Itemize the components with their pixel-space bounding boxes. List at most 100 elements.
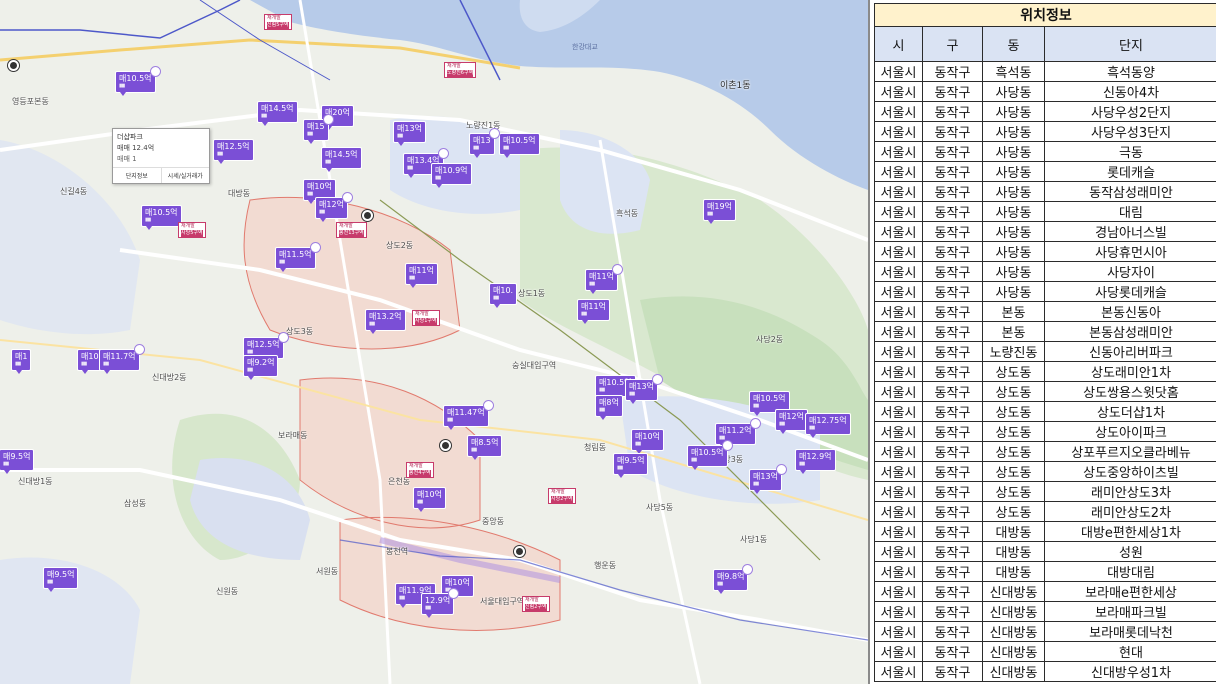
place-label: 서울대입구역	[480, 597, 525, 606]
price-pin[interactable]: 매12.9억	[796, 450, 835, 474]
price-pin-label: 매11억	[409, 266, 434, 275]
price-pin-area	[217, 151, 250, 157]
place-label: 상도3동	[286, 327, 314, 336]
location-marker[interactable]	[362, 210, 373, 221]
cell-city: 서울시	[874, 61, 923, 82]
location-marker[interactable]	[440, 440, 451, 451]
zone-tag[interactable]: 재개발 사당1구역	[412, 310, 440, 326]
table-row: 서울시 동작구 상도동 상도중앙하이츠빌	[874, 461, 1216, 482]
price-pin[interactable]: 매12.75억	[806, 414, 850, 438]
cell-dong: 신대방동	[982, 661, 1045, 682]
price-pin[interactable]: 매14.5억	[258, 102, 297, 126]
count-ring-icon	[611, 264, 623, 275]
price-pin[interactable]: 매11.2억	[716, 418, 761, 448]
price-pin[interactable]: 매12.5억	[214, 140, 253, 164]
price-pin[interactable]: 매9.2억	[244, 356, 278, 380]
cell-gu: 동작구	[922, 161, 983, 182]
price-pin-label: 매11억	[589, 272, 614, 281]
cell-city: 서울시	[874, 321, 923, 342]
price-pin[interactable]: 매13억	[626, 374, 663, 404]
price-history-button[interactable]: 시세/실거래가	[162, 168, 210, 183]
price-pin[interactable]: 매9.5억	[44, 568, 78, 592]
table-row: 서울시 동작구 상도동 상포푸르지오클라베뉴	[874, 441, 1216, 462]
location-info-panel: 위치정보 시 구 동 단지 서울시 동작구 흑석동 흑석동양 서울시 동작구 사당동 신동아4…	[868, 0, 1216, 684]
cell-complex: 상도아이파크	[1043, 421, 1216, 442]
price-pin[interactable]: 매10.	[490, 284, 517, 308]
count-ring-icon	[322, 114, 334, 125]
price-pin[interactable]: 매11.47억	[444, 400, 494, 430]
price-pin[interactable]: 매1	[12, 350, 31, 374]
cell-city: 서울시	[874, 641, 923, 662]
price-pin[interactable]: 매10.9억	[432, 164, 471, 188]
price-pin[interactable]: 매10억	[414, 488, 445, 512]
popup-price: 매매 12.4억	[117, 144, 155, 152]
zone-tag[interactable]: 재개발 사당2구역	[548, 488, 576, 504]
price-pin-label: 매11.7억	[103, 352, 136, 361]
place-label: 사당5동	[646, 503, 674, 512]
cell-city: 서울시	[874, 361, 923, 382]
count-ring-icon	[721, 440, 733, 451]
price-pin[interactable]: 매10.5억	[500, 134, 539, 158]
table-row: 서울시 동작구 사당동 사당휴먼시아	[874, 241, 1216, 262]
price-pin[interactable]: 매15	[304, 114, 334, 144]
price-pin-area	[779, 421, 804, 427]
price-pin[interactable]: 매10.5억	[142, 206, 181, 230]
price-pin[interactable]: 매8억	[596, 396, 622, 420]
cell-dong: 사당동	[982, 261, 1045, 282]
complex-info-button[interactable]: 단지정보	[113, 168, 162, 183]
location-marker[interactable]	[514, 546, 525, 557]
zone-tag-name: 봉천13구역	[339, 230, 364, 237]
cell-city: 서울시	[874, 601, 923, 622]
price-pin[interactable]: 매12.5억	[244, 332, 289, 362]
price-pin[interactable]: 매13억	[394, 122, 425, 146]
table-row: 서울시 동작구 사당동 극동	[874, 141, 1216, 162]
price-pin-area	[3, 461, 30, 467]
price-pin[interactable]: 매10억	[304, 180, 335, 204]
price-pin-area	[691, 457, 724, 463]
price-pin[interactable]: 매11.7억	[100, 344, 145, 374]
price-pin[interactable]: 매9.8억	[714, 564, 754, 594]
zone-tag[interactable]: 재개발 신림5구역	[264, 14, 292, 30]
cell-complex: 보라매e편한세상	[1043, 581, 1216, 602]
zone-tag[interactable]: 재개발 사당5구역	[178, 222, 206, 238]
price-pin[interactable]: 매8.5억	[468, 436, 502, 460]
price-pin[interactable]: 매11억	[578, 300, 609, 324]
price-pin[interactable]: 매9.5억	[614, 454, 648, 478]
price-pin[interactable]: 매13.2억	[366, 310, 405, 334]
price-pin[interactable]: 매13	[470, 128, 500, 158]
price-pin[interactable]: 매19억	[704, 200, 735, 224]
price-pin-area	[261, 113, 294, 119]
price-pin[interactable]: 매10.5억	[116, 66, 161, 96]
price-pin[interactable]: 매10.5억	[688, 440, 733, 470]
cell-city: 서울시	[874, 561, 923, 582]
price-pin[interactable]: 매13억	[750, 464, 787, 494]
zone-tag[interactable]: 재개발 신림2구역	[522, 596, 550, 612]
price-pin[interactable]: 매11억	[406, 264, 437, 288]
cell-gu: 동작구	[922, 441, 983, 462]
price-pin[interactable]: 매11억	[586, 264, 623, 294]
zone-tag[interactable]: 재개발 봉천13구역	[336, 222, 367, 238]
place-label: 영등포본동	[12, 97, 49, 106]
zone-tag[interactable]: 재개발 노량진6구역	[444, 62, 477, 78]
price-pin-area	[103, 361, 136, 367]
price-pin[interactable]: 매11.5억	[276, 242, 321, 272]
location-marker[interactable]	[8, 60, 19, 71]
price-pin-label: 매13억	[629, 382, 654, 391]
cell-gu: 동작구	[922, 401, 983, 422]
price-pin-area	[369, 321, 402, 327]
cell-dong: 상도동	[982, 461, 1045, 482]
price-pin[interactable]: 12.9억	[422, 588, 460, 618]
zone-tag[interactable]: 재개발 봉천4구역	[406, 462, 434, 478]
price-pin[interactable]: 매9.5억	[0, 450, 34, 474]
map-view[interactable]: 한강대교 이촌1동 노량진1동 대방동 신길4동 상도2동 상도1동 상도3동 신대방2동 보라매…	[0, 0, 868, 684]
table-row: 서울시 동작구 사당동 대림	[874, 201, 1216, 222]
zone-tag-type: 재개발	[339, 223, 353, 229]
price-pin[interactable]: 매12억	[776, 410, 807, 434]
price-pin[interactable]: 매12억	[316, 192, 353, 222]
price-pin[interactable]: 매10억	[632, 430, 663, 454]
cell-gu: 동작구	[922, 321, 983, 342]
price-pin[interactable]: 매10.5억	[750, 392, 789, 416]
cell-city: 서울시	[874, 121, 923, 142]
price-pin[interactable]: 매14.5억	[322, 148, 361, 172]
complex-popup[interactable]: 더샵파크 매매 12.4억 매매 1 단지정보 시세/실거래가	[112, 128, 210, 184]
